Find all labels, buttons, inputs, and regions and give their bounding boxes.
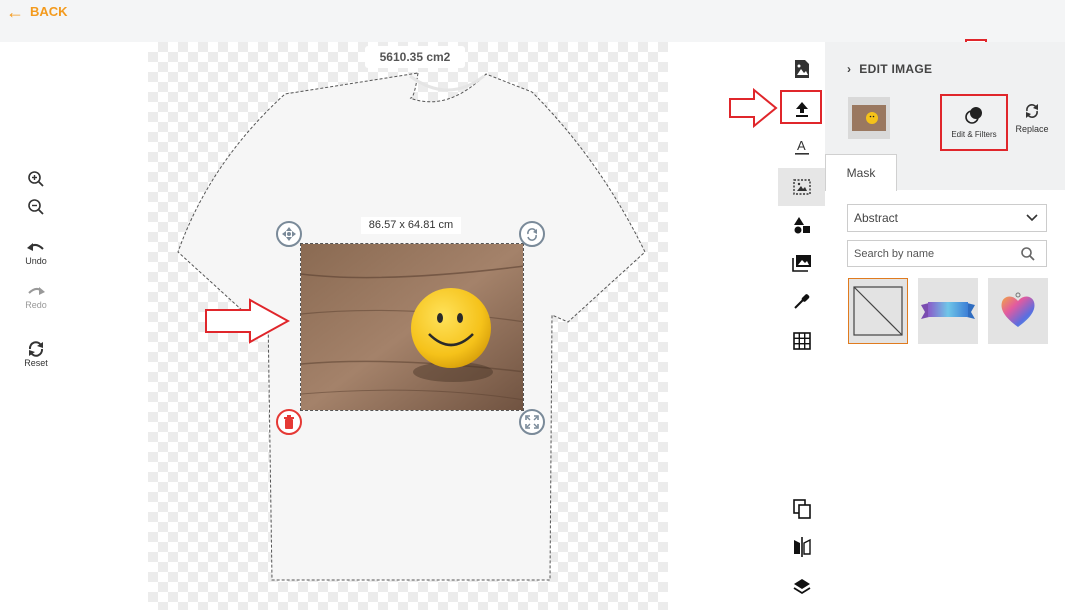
grid-icon — [792, 332, 811, 350]
print-area-label: 5610.35 cm2 — [365, 46, 465, 68]
move-icon — [282, 227, 296, 241]
no-mask-icon — [853, 286, 903, 336]
zoom-in-icon — [28, 171, 44, 187]
top-bar: ← BACK — [0, 0, 1065, 42]
chevron-down-icon — [1026, 214, 1038, 222]
tool-upload[interactable] — [778, 90, 825, 128]
panel-header: › EDIT IMAGE Edit & Filters Replace Mask — [825, 42, 1065, 191]
reset-icon — [28, 341, 43, 357]
undo-button[interactable]: Undo — [25, 240, 47, 284]
tool-grid[interactable] — [778, 322, 825, 360]
tool-layers[interactable] — [778, 568, 825, 606]
image-frame-icon — [792, 179, 811, 195]
trash-icon — [284, 415, 294, 429]
tool-image-frame[interactable] — [778, 168, 825, 206]
redo-icon — [28, 287, 45, 295]
left-toolbar: Undo Redo Reset — [18, 170, 54, 368]
redo-button[interactable]: Redo — [25, 284, 47, 340]
mask-option-none[interactable] — [848, 278, 908, 344]
zoom-in-button[interactable] — [27, 170, 45, 198]
mask-option-heart[interactable] — [988, 278, 1048, 344]
tool-color-picker[interactable] — [778, 282, 825, 320]
image-file-icon — [794, 60, 809, 78]
filters-icon — [965, 107, 982, 124]
thumbnail-photo — [852, 105, 886, 131]
mask-option-ribbon[interactable] — [918, 278, 978, 344]
replace-icon — [1026, 104, 1038, 118]
rotate-icon — [527, 228, 537, 241]
layers-icon — [793, 579, 810, 595]
tool-gallery[interactable] — [778, 244, 825, 282]
resize-handle[interactable] — [519, 409, 545, 435]
svg-text:A: A — [797, 138, 806, 153]
tool-flip[interactable] — [778, 528, 825, 566]
delete-handle[interactable] — [276, 409, 302, 435]
reset-label: Reset — [24, 358, 48, 368]
edit-image-panel: › EDIT IMAGE Edit & Filters Replace Mask … — [825, 42, 1065, 610]
placed-image[interactable] — [300, 243, 524, 411]
duplicate-icon — [792, 499, 811, 519]
shapes-icon — [793, 217, 810, 234]
mask-category-value: Abstract — [854, 211, 899, 225]
reset-button[interactable]: Reset — [24, 340, 48, 368]
edit-filters-label: Edit & Filters — [951, 130, 997, 139]
redo-label: Redo — [25, 300, 47, 310]
undo-icon — [26, 243, 44, 251]
expand-icon — [525, 415, 539, 429]
upload-icon — [795, 102, 808, 117]
tool-duplicate[interactable] — [778, 490, 825, 528]
ribbon-mask-icon — [921, 302, 975, 319]
heart-mask-icon — [1001, 292, 1035, 327]
mask-search — [847, 240, 1047, 267]
undo-label: Undo — [25, 256, 47, 266]
smiley-photo — [301, 244, 523, 410]
image-thumbnail[interactable] — [848, 97, 890, 139]
tool-shapes[interactable] — [778, 206, 825, 244]
annotation-arrow-upload — [729, 88, 778, 128]
back-label: BACK — [30, 4, 68, 19]
edit-filters-button[interactable]: Edit & Filters — [940, 94, 1008, 151]
gallery-icon — [791, 255, 811, 272]
image-size-label: 86.57 x 64.81 cm — [361, 217, 461, 234]
rotate-handle[interactable] — [519, 221, 545, 247]
tab-mask[interactable]: Mask — [825, 154, 897, 191]
mask-category-select[interactable]: Abstract — [847, 204, 1047, 232]
panel-title[interactable]: › EDIT IMAGE — [847, 62, 932, 76]
mask-search-input[interactable] — [848, 241, 1020, 266]
replace-button[interactable]: Replace — [1012, 102, 1052, 134]
search-icon[interactable] — [1020, 246, 1036, 262]
chevron-right-icon: › — [847, 62, 852, 76]
tool-text[interactable]: A — [778, 128, 825, 166]
text-icon: A — [794, 138, 809, 155]
move-handle[interactable] — [276, 221, 302, 247]
zoom-out-button[interactable] — [27, 198, 45, 240]
back-button[interactable]: ← BACK — [6, 1, 68, 22]
zoom-out-icon — [28, 199, 44, 215]
eyedropper-icon — [793, 294, 809, 309]
flip-icon — [793, 537, 811, 557]
arrow-left-icon: ← — [6, 1, 24, 22]
annotation-arrow-left — [205, 298, 290, 344]
tool-image-file[interactable] — [778, 50, 825, 88]
replace-label: Replace — [1015, 124, 1049, 134]
